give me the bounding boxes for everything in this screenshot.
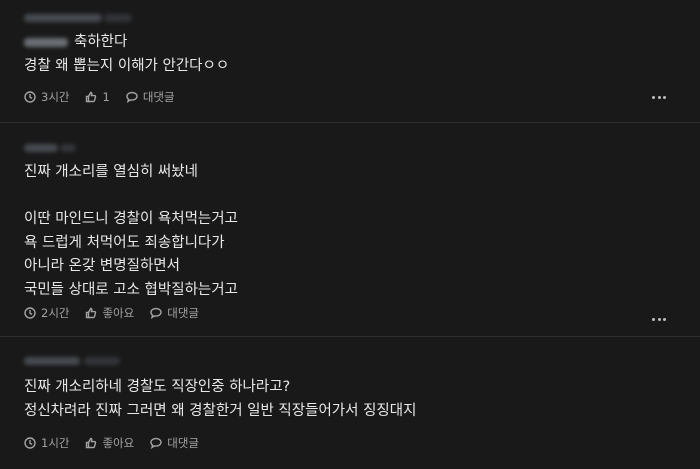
timestamp-text: 3시간 xyxy=(41,90,70,104)
reply-label: 대댓글 xyxy=(167,306,199,320)
like-label: 좋아요 xyxy=(102,306,135,320)
like-label: 좋아요 xyxy=(102,436,135,450)
like-count: 1 xyxy=(102,90,110,104)
comment-line: 경찰 왜 뽑는지 이해가 안간다ㅇㅇ xyxy=(24,57,230,74)
reply-button[interactable]: 대댓글 xyxy=(126,89,175,105)
timestamp-text: 1시간 xyxy=(41,436,70,450)
speech-bubble-icon xyxy=(150,307,162,319)
comment-1: 축하한다 경찰 왜 뽑는지 이해가 안간다ㅇㅇ 3시간 1 대댓글 xyxy=(0,0,700,122)
comment-line: 정신차려라 진짜 그러면 왜 경찰한거 일반 직장들어가서 징징대지 xyxy=(24,402,417,419)
author-name-blurred[interactable] xyxy=(24,14,102,22)
comment-line: 국민들 상대로 고소 협박질하는거고 xyxy=(24,281,238,298)
reply-label: 대댓글 xyxy=(142,90,175,104)
comment-body: 축하한다 경찰 왜 뽑는지 이해가 안간다ㅇㅇ xyxy=(24,31,229,78)
speech-bubble-icon xyxy=(126,91,138,103)
thumbs-up-icon xyxy=(86,307,97,319)
reply-label: 대댓글 xyxy=(167,436,199,450)
thumbs-up-icon xyxy=(86,437,97,449)
comment-line: 축하한다 xyxy=(74,34,128,50)
speech-bubble-icon xyxy=(150,437,162,449)
author-name-blurred[interactable] xyxy=(24,144,58,152)
comment-3: 진짜 개소리하네 경찰도 직장인중 하나라고? 정신차려라 진짜 그러면 왜 경… xyxy=(0,337,700,469)
clock-icon xyxy=(24,91,36,103)
timestamp: 1시간 xyxy=(24,435,69,451)
comment-line: 이딴 마인드니 경찰이 욕처먹는거고 xyxy=(24,211,238,227)
comment-body: 진짜 개소리하네 경찰도 직장인중 하나라고? 정신차려라 진짜 그러면 왜 경… xyxy=(24,376,416,423)
author-meta-blurred xyxy=(104,14,132,22)
author-name-blurred[interactable] xyxy=(24,357,80,365)
comment-line: 진짜 개소리를 열심히 써놨네 xyxy=(24,164,198,180)
timestamp-text: 2시간 xyxy=(41,306,70,320)
author-meta-blurred xyxy=(60,144,76,152)
like-button[interactable]: 좋아요 xyxy=(85,435,134,451)
reply-button[interactable]: 대댓글 xyxy=(150,305,199,321)
thumbs-up-icon xyxy=(86,91,97,103)
comment-meta: 2시간 좋아요 대댓글 xyxy=(24,305,215,321)
comment-body: 진짜 개소리를 열심히 써놨네 이딴 마인드니 경찰이 욕처먹는거고 욕 드럽게… xyxy=(24,161,238,302)
like-button[interactable]: 좋아요 xyxy=(85,305,134,321)
author-meta-blurred xyxy=(84,357,120,365)
comment-line: 아니라 온갖 변명질하면서 xyxy=(24,258,180,274)
comment-2: 진짜 개소리를 열심히 써놨네 이딴 마인드니 경찰이 욕처먹는거고 욕 드럽게… xyxy=(0,123,700,336)
comment-line: 진짜 개소리하네 경찰도 직장인중 하나라고? xyxy=(24,379,291,395)
mention-blurred xyxy=(24,37,68,47)
like-button[interactable]: 1 xyxy=(85,90,110,104)
comment-meta: 3시간 1 대댓글 xyxy=(24,89,191,105)
timestamp: 2시간 xyxy=(24,305,69,321)
more-options-button[interactable] xyxy=(652,318,666,322)
timestamp: 3시간 xyxy=(24,89,69,105)
reply-button[interactable]: 대댓글 xyxy=(150,435,199,451)
more-options-button[interactable] xyxy=(652,96,666,100)
comment-meta: 1시간 좋아요 대댓글 xyxy=(24,435,215,451)
clock-icon xyxy=(24,307,36,319)
clock-icon xyxy=(24,437,36,449)
comment-line: 욕 드럽게 처먹어도 죄송합니다가 xyxy=(24,234,225,251)
